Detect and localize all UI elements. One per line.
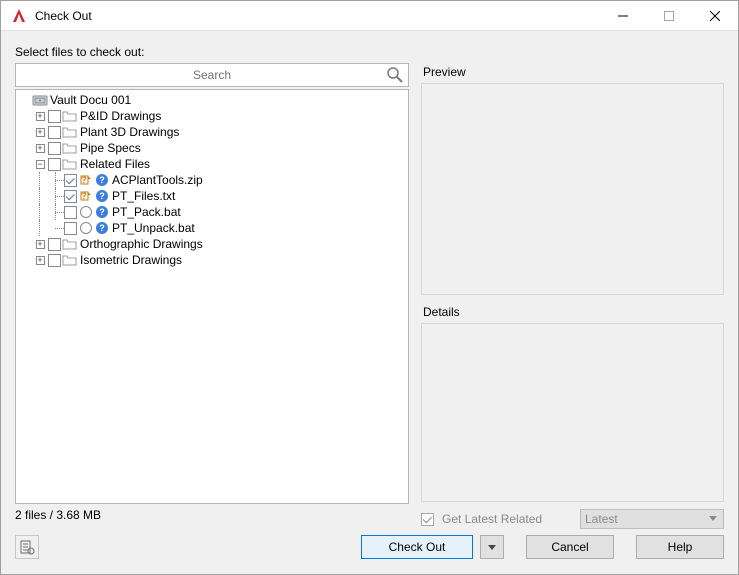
tree-file[interactable]: ? ? ACPlantTools.zip [16, 172, 408, 188]
svg-text:?: ? [99, 223, 105, 233]
tree-folder[interactable]: + Pipe Specs [16, 140, 408, 156]
checkbox[interactable] [48, 126, 61, 139]
tree-folder[interactable]: + Isometric Drawings [16, 252, 408, 268]
tree-root[interactable]: Vault Docu 001 [16, 92, 408, 108]
file-label: ACPlantTools.zip [110, 172, 203, 188]
checkbox[interactable] [48, 110, 61, 123]
svg-text:?: ? [81, 191, 87, 201]
tree-folder[interactable]: − Related Files [16, 156, 408, 172]
file-tree[interactable]: Vault Docu 001 + [15, 89, 409, 504]
folder-label: Orthographic Drawings [78, 236, 203, 252]
folder-icon [62, 124, 78, 140]
tree-folder[interactable]: + P&ID Drawings [16, 108, 408, 124]
maximize-button [646, 1, 692, 30]
folder-icon [62, 140, 78, 156]
checkbox[interactable] [64, 206, 77, 219]
checkbox[interactable] [64, 222, 77, 235]
details-label: Details [421, 303, 724, 323]
search-box[interactable] [15, 63, 409, 87]
preview-panel [421, 83, 724, 295]
svg-text:?: ? [81, 175, 87, 185]
cancel-button[interactable]: Cancel [526, 535, 614, 559]
expander-icon[interactable]: + [36, 112, 45, 121]
vault-icon [32, 92, 48, 108]
details-panel [421, 323, 724, 502]
tree-root-label: Vault Docu 001 [48, 92, 131, 108]
expander-icon[interactable]: + [36, 240, 45, 249]
file-icon: ? [94, 220, 110, 236]
header-label: Select files to check out: [15, 45, 724, 59]
checkout-dialog: Check Out Select files to check out: [0, 0, 739, 575]
status-clean-icon [78, 220, 94, 236]
chevron-down-icon [709, 516, 717, 521]
folder-label: Isometric Drawings [78, 252, 182, 268]
preview-label: Preview [421, 63, 724, 83]
folder-label: P&ID Drawings [78, 108, 161, 124]
expander-icon[interactable]: + [36, 128, 45, 137]
checkbox[interactable] [48, 238, 61, 251]
status-text: 2 files / 3.68 MB [15, 504, 409, 530]
checkbox[interactable] [48, 254, 61, 267]
chevron-down-icon [488, 545, 496, 550]
settings-button[interactable] [15, 535, 39, 559]
checkout-button[interactable]: Check Out [361, 535, 473, 559]
tree-file[interactable]: ? ? PT_Files.txt [16, 188, 408, 204]
file-label: PT_Unpack.bat [110, 220, 195, 236]
get-latest-label: Get Latest Related [442, 512, 542, 526]
file-label: PT_Files.txt [110, 188, 175, 204]
get-latest-checkbox [421, 513, 434, 526]
close-button[interactable] [692, 1, 738, 30]
checkbox[interactable] [64, 174, 77, 187]
file-icon: ? [94, 172, 110, 188]
tree-file[interactable]: ? PT_Unpack.bat [16, 220, 408, 236]
minimize-button[interactable] [600, 1, 646, 30]
window-title: Check Out [35, 9, 92, 23]
version-combo: Latest [580, 509, 724, 529]
status-changed-icon: ? [78, 188, 94, 204]
titlebar: Check Out [1, 1, 738, 31]
app-icon [5, 8, 33, 24]
tree-file[interactable]: ? PT_Pack.bat [16, 204, 408, 220]
checkbox[interactable] [64, 190, 77, 203]
folder-icon [62, 156, 78, 172]
expander-icon[interactable]: + [36, 256, 45, 265]
expander-icon[interactable]: − [36, 160, 45, 169]
checkout-dropdown-button[interactable] [480, 535, 504, 559]
file-icon: ? [94, 188, 110, 204]
version-combo-value: Latest [585, 512, 618, 526]
tree-folder[interactable]: + Orthographic Drawings [16, 236, 408, 252]
folder-label: Related Files [78, 156, 150, 172]
checkbox[interactable] [48, 158, 61, 171]
folder-icon [62, 252, 78, 268]
folder-label: Plant 3D Drawings [78, 124, 179, 140]
status-changed-icon: ? [78, 172, 94, 188]
help-button[interactable]: Help [636, 535, 724, 559]
folder-label: Pipe Specs [78, 140, 141, 156]
search-input[interactable] [16, 67, 408, 83]
status-clean-icon [78, 204, 94, 220]
svg-text:?: ? [99, 175, 105, 185]
settings-icon [19, 539, 35, 555]
svg-text:?: ? [99, 207, 105, 217]
file-icon: ? [94, 204, 110, 220]
expander-icon[interactable]: + [36, 144, 45, 153]
folder-icon [62, 108, 78, 124]
file-label: PT_Pack.bat [110, 204, 181, 220]
checkbox[interactable] [48, 142, 61, 155]
svg-text:?: ? [99, 191, 105, 201]
folder-icon [62, 236, 78, 252]
search-icon [386, 66, 404, 89]
tree-folder[interactable]: + Plant 3D Drawings [16, 124, 408, 140]
